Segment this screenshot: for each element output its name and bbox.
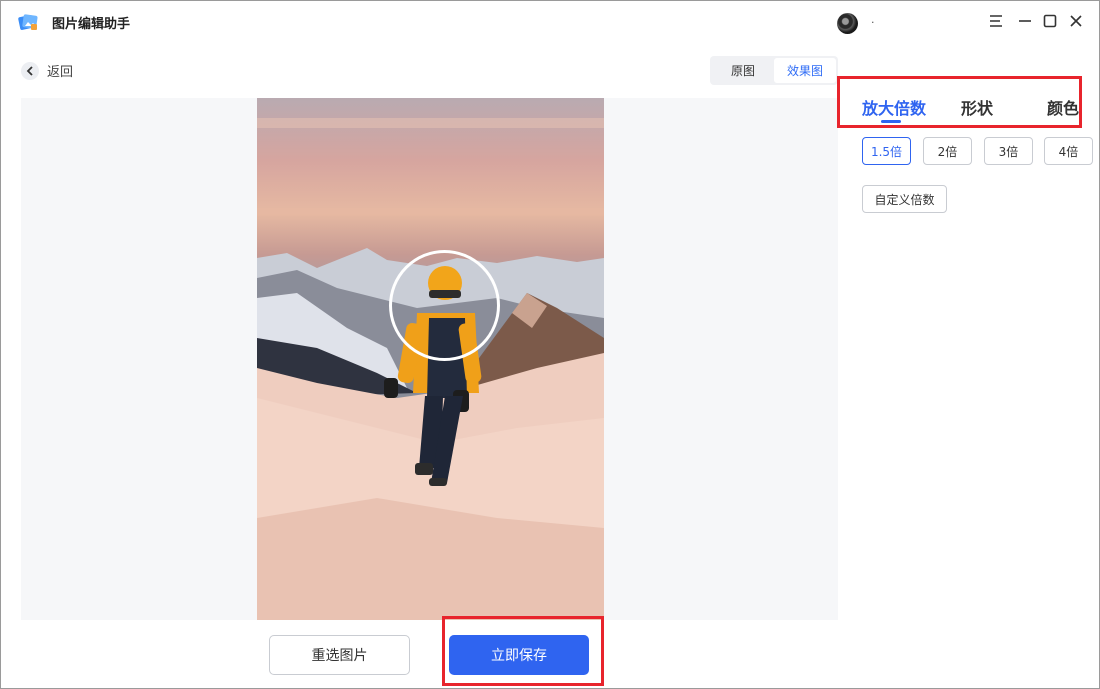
custom-magnification-button[interactable]: 自定义倍数 <box>862 185 947 213</box>
user-name[interactable]: . <box>871 13 875 26</box>
original-view-button[interactable]: 原图 <box>712 58 774 83</box>
highlight-box-save <box>442 616 604 686</box>
magnifier-circle[interactable] <box>389 250 500 361</box>
menu-icon[interactable] <box>985 10 1007 32</box>
user-avatar[interactable] <box>837 13 858 34</box>
option-3x[interactable]: 3倍 <box>984 137 1033 165</box>
app-title: 图片编辑助手 <box>52 17 131 32</box>
app-logo-icon <box>18 14 38 30</box>
option-4x[interactable]: 4倍 <box>1044 137 1093 165</box>
reselect-image-button[interactable]: 重选图片 <box>269 635 410 675</box>
effect-view-button[interactable]: 效果图 <box>774 58 836 83</box>
view-toggle: 原图 效果图 <box>710 56 838 85</box>
image-canvas <box>21 98 838 620</box>
back-label: 返回 <box>47 65 74 80</box>
minimize-icon[interactable] <box>1014 10 1036 32</box>
app-window: 图片编辑助手 . 返回 原图 效果图 重选图片 立即保存 放大倍数 形状 颜色 … <box>0 0 1100 689</box>
maximize-icon[interactable] <box>1039 10 1061 32</box>
highlight-box-tabs <box>837 76 1082 128</box>
close-icon[interactable] <box>1065 10 1087 32</box>
option-1-5x[interactable]: 1.5倍 <box>862 137 911 165</box>
back-button[interactable]: 返回 <box>21 61 73 80</box>
chevron-left-icon <box>21 61 39 80</box>
option-2x[interactable]: 2倍 <box>923 137 972 165</box>
